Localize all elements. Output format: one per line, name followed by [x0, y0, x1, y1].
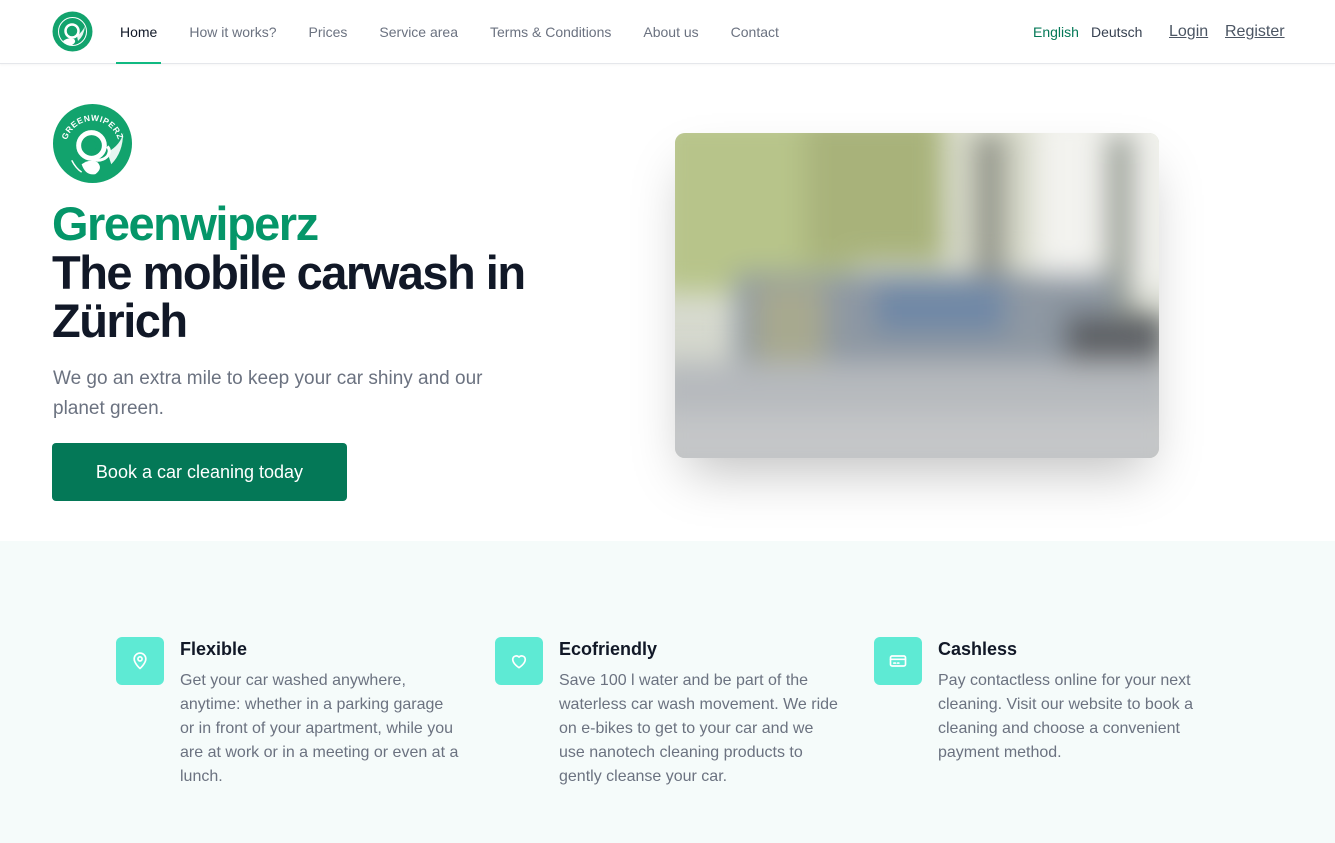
login-link[interactable]: Login	[1169, 0, 1208, 64]
feature-description: Pay contactless online for your next cle…	[938, 672, 1193, 761]
top-navigation: Home How it works? Prices Service area T…	[0, 0, 1335, 64]
book-cleaning-button[interactable]: Book a car cleaning today	[52, 443, 347, 501]
feature-description: Get your car washed anywhere, anytime: w…	[180, 672, 459, 785]
nav-link-how-it-works[interactable]: How it works?	[173, 0, 292, 64]
language-deutsch[interactable]: Deutsch	[1091, 0, 1142, 64]
map-pin-icon	[116, 637, 164, 685]
features-section: Flexible Get your car washed anywhere, a…	[0, 541, 1335, 843]
feature-description: Save 100 l water and be part of the wate…	[559, 672, 838, 785]
heart-icon	[495, 637, 543, 685]
main-menu: Home How it works? Prices Service area T…	[104, 0, 795, 64]
language-english[interactable]: English	[1033, 0, 1079, 64]
nav-link-about-us[interactable]: About us	[627, 0, 714, 64]
nav-link-service-area[interactable]: Service area	[363, 0, 474, 64]
blurred-street-car-image	[675, 133, 1159, 458]
hero-title: The mobile carwash in Zürich	[52, 246, 526, 347]
greenwiperz-logo-icon[interactable]	[52, 11, 93, 52]
nav-link-home[interactable]: Home	[104, 0, 173, 64]
nav-link-contact[interactable]: Contact	[715, 0, 795, 64]
feature-title: Ecofriendly	[559, 639, 658, 659]
nav-link-prices[interactable]: Prices	[293, 0, 364, 64]
credit-card-icon	[874, 637, 922, 685]
feature-title: Cashless	[938, 639, 1018, 659]
register-link[interactable]: Register	[1225, 0, 1285, 64]
greenwiperz-logo: GREENWIPERZ	[52, 103, 133, 184]
brand-heading: Greenwiperz	[52, 197, 319, 250]
feature-title: Flexible	[180, 639, 248, 659]
nav-link-terms[interactable]: Terms & Conditions	[474, 0, 627, 64]
hero-subtitle: We go an extra mile to keep your car shi…	[53, 368, 483, 419]
